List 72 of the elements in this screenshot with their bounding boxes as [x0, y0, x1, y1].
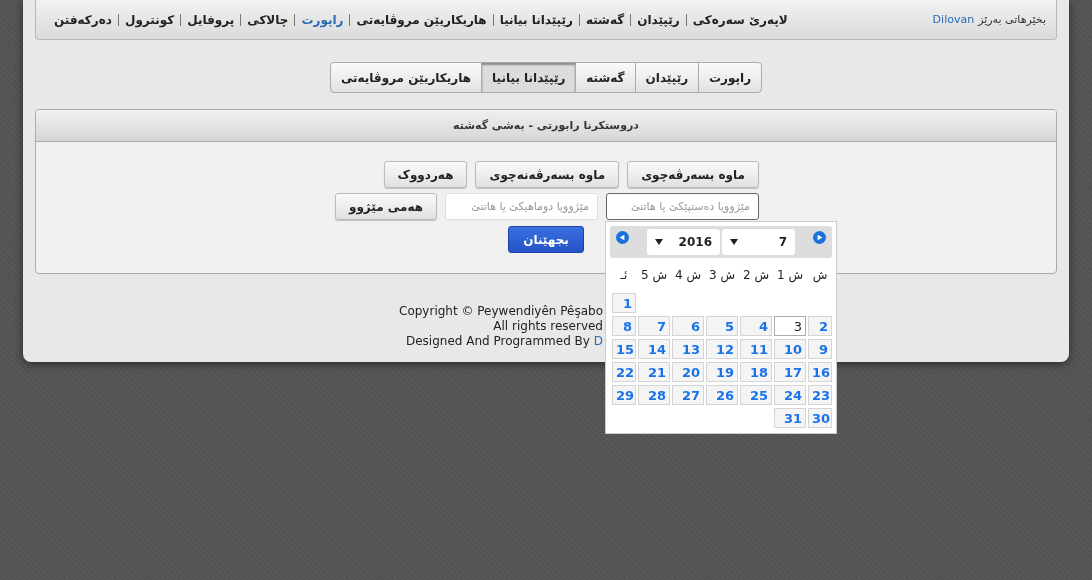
calendar-day[interactable]: 2: [808, 316, 832, 336]
tab[interactable]: رێپێدانا بیانیا: [481, 63, 576, 92]
calendar-day[interactable]: 4: [740, 316, 772, 336]
weekday-label: ئـ: [619, 267, 629, 284]
month-select[interactable]: 7: [722, 229, 795, 255]
calendar-day[interactable]: 30: [808, 408, 832, 428]
nav-link[interactable]: رێپێدانا بیانیا: [493, 12, 579, 27]
calendar-day[interactable]: 5: [706, 316, 738, 336]
calendar-day[interactable]: 14: [638, 339, 670, 359]
calendar-day[interactable]: 10: [774, 339, 806, 359]
start-date-field[interactable]: مێژوویا دەستپێکێ یا هاتنێ: [606, 193, 759, 220]
filter-button[interactable]: ماوە بسەرڤەنەچوی: [475, 161, 620, 188]
calendar-day[interactable]: 17: [774, 362, 806, 382]
calendar-day[interactable]: 3: [774, 316, 806, 336]
calendar-day[interactable]: 23: [808, 385, 832, 405]
nav-link[interactable]: هاریکاریێن مروڤایەتی: [350, 12, 493, 27]
weekday-label: ش 3: [707, 267, 737, 285]
calendar-day[interactable]: 31: [774, 408, 806, 428]
dropdown-icon: [730, 239, 738, 245]
user-link[interactable]: Dilovan: [932, 13, 975, 26]
nav-link[interactable]: گەشتە: [579, 12, 631, 27]
all-dates-button[interactable]: هەمی مێژوو: [334, 193, 437, 220]
tab[interactable]: هاریکاریێن مروڤایەتی: [330, 63, 482, 92]
calendar-day[interactable]: 15: [612, 339, 636, 359]
year-select[interactable]: 2016: [647, 229, 720, 255]
calendar-day[interactable]: 9: [808, 339, 832, 359]
filter-button[interactable]: ماوە بسەرڤەچوی: [627, 161, 759, 188]
weekday-label: ش 5: [639, 267, 669, 285]
weekday-label: ش 4: [673, 267, 703, 285]
calendar-day[interactable]: 22: [612, 362, 636, 382]
nav-link[interactable]: کونترول: [118, 12, 181, 27]
weekday-label: ش 1: [775, 267, 805, 285]
submit-button[interactable]: بجهێنان: [508, 226, 584, 253]
greeting-text: بخێرهاتی بەرێز: [978, 13, 1046, 26]
nav-link[interactable]: راپورت: [295, 12, 350, 27]
calendar-day[interactable]: 16: [808, 362, 832, 382]
calendar-day[interactable]: 13: [672, 339, 704, 359]
calendar-day[interactable]: 6: [672, 316, 704, 336]
calendar-day[interactable]: 12: [706, 339, 738, 359]
calendar-day[interactable]: 25: [740, 385, 772, 405]
nav-link[interactable]: لاپەرێ سەرەکی: [686, 12, 794, 27]
end-date-field[interactable]: مێژوویا دوماهیکێ یا هاتنێ: [445, 193, 598, 220]
tab[interactable]: رێپێدان: [634, 63, 699, 92]
calendar-day[interactable]: 28: [638, 385, 670, 405]
weekday-label: ش: [811, 267, 829, 285]
calendar-day[interactable]: 11: [740, 339, 772, 359]
calendar-day[interactable]: 8: [612, 316, 636, 336]
credits-text: Designed And Programmed By D: [404, 334, 603, 349]
author-link[interactable]: D: [593, 334, 603, 348]
tab[interactable]: راپورت: [698, 63, 762, 92]
panel-title: دروستکرنا رابورتی - بەشی گەشتە: [453, 119, 639, 132]
weekday-label: ش 2: [741, 267, 771, 285]
nav-link[interactable]: پروفایل: [181, 12, 241, 27]
next-month-icon[interactable]: [813, 231, 826, 244]
calendar-day[interactable]: 26: [706, 385, 738, 405]
calendar-day[interactable]: 21: [638, 362, 670, 382]
calendar-day[interactable]: 27: [672, 385, 704, 405]
rights-text: All rights reserved: [492, 319, 603, 334]
calendar-day[interactable]: 19: [706, 362, 738, 382]
dropdown-icon: [655, 239, 663, 245]
previous-month-icon[interactable]: [616, 231, 629, 244]
nav-link[interactable]: دەرکەفتن: [48, 12, 118, 27]
copyright-text: Copyright © Peywendiyên Pêşabo: [398, 304, 603, 319]
filter-button[interactable]: هەردووک: [383, 161, 468, 188]
calendar-day[interactable]: 18: [740, 362, 772, 382]
calendar-day[interactable]: 7: [638, 316, 670, 336]
nav-link[interactable]: رێپێدان: [631, 12, 686, 27]
calendar-day[interactable]: 20: [672, 362, 704, 382]
calendar-day[interactable]: 29: [612, 385, 636, 405]
calendar-day[interactable]: 1: [612, 293, 636, 313]
calendar-day[interactable]: 24: [774, 385, 806, 405]
nav-link[interactable]: چالاکی: [241, 12, 295, 27]
